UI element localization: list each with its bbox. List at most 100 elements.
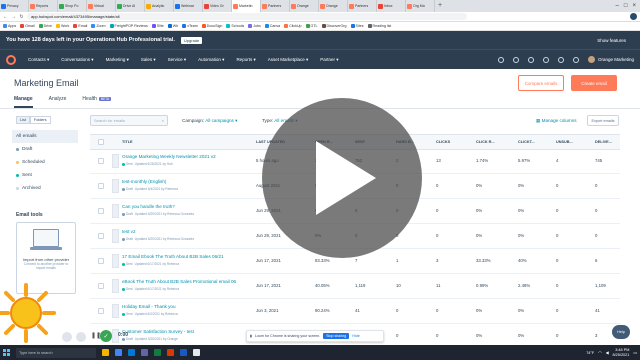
email-title-link[interactable]: Holiday Email - Thank you	[122, 304, 176, 309]
help-button[interactable]: Help	[612, 325, 630, 339]
outlook-icon[interactable]	[128, 349, 135, 356]
chrome-icon[interactable]	[115, 349, 122, 356]
search-icon[interactable]	[497, 56, 504, 63]
maximize-icon[interactable]: □	[624, 0, 628, 12]
windows-start-icon[interactable]	[3, 349, 10, 356]
phone-icon[interactable]	[512, 56, 519, 63]
bookmark-item[interactable]: FreightPOP Reviews	[109, 24, 148, 28]
settings-icon[interactable]	[193, 349, 200, 356]
column-header[interactable]: CLICKT...	[518, 140, 535, 144]
browser-tab[interactable]: Shop Po	[58, 0, 87, 12]
email-title-link[interactable]: 17 Email Ebook The Truth About B2B Sales…	[122, 254, 224, 259]
campaign-filter[interactable]: Campaign: All campaigns ▾	[182, 118, 237, 124]
file-explorer-icon[interactable]	[102, 349, 109, 356]
state-nav-item[interactable]: All emails	[12, 130, 78, 143]
browser-tab[interactable]: Orange	[290, 0, 319, 12]
bookmark-item[interactable]: Slite	[151, 24, 164, 28]
row-checkbox[interactable]	[98, 233, 104, 239]
folders-view-button[interactable]: Folders	[29, 116, 51, 124]
bookmark-item[interactable]: Work	[55, 24, 69, 28]
nav-item-automation[interactable]: Automation ▾	[198, 57, 224, 63]
bookmark-item[interactable]: Canva	[264, 24, 280, 28]
marketplace-icon[interactable]	[527, 56, 534, 63]
hubspot-logo-icon[interactable]	[6, 54, 16, 65]
browser-tab[interactable]: Orange	[319, 0, 348, 12]
tab-manage[interactable]: Manage	[14, 96, 33, 108]
nav-item-conversations[interactable]: Conversations ▾	[61, 57, 93, 63]
nav-item-sales[interactable]: Sales ▾	[141, 57, 156, 63]
nav-item-service[interactable]: Service ▾	[168, 57, 187, 63]
help-icon[interactable]	[542, 56, 549, 63]
create-email-button[interactable]: Create email	[571, 75, 617, 91]
bookmark-item[interactable]: DocuSign	[201, 24, 222, 28]
bookmark-item[interactable]: Jobs	[248, 24, 261, 28]
bookmark-item[interactable]: Wb	[167, 24, 178, 28]
wifi-icon[interactable]: ◠	[598, 350, 601, 355]
bookmark-item[interactable]: Apps	[3, 24, 16, 28]
hide-button[interactable]: Hide	[352, 334, 359, 338]
reload-icon[interactable]: ↻	[19, 14, 24, 20]
browser-tab[interactable]: Video Gr	[203, 0, 232, 12]
browser-tab[interactable]: Webinar	[174, 0, 203, 12]
clock[interactable]: 3:48 PM 8/25/2021	[613, 348, 630, 358]
email-title-link[interactable]: test v2	[122, 229, 136, 234]
email-title-link[interactable]: eBook The Truth About B2B Sales Promotio…	[122, 279, 236, 284]
profile-avatar[interactable]	[630, 13, 637, 20]
excel-icon[interactable]	[154, 349, 161, 356]
bookmark-item[interactable]: DiscoverOrg	[321, 24, 347, 28]
email-title-link[interactable]: test-monthly (English)	[122, 179, 166, 184]
select-all-checkbox[interactable]	[98, 139, 104, 145]
notifications-icon[interactable]: ▭	[633, 350, 637, 355]
row-checkbox[interactable]	[98, 283, 104, 289]
nav-item-asset-marketplace[interactable]: Asset Marketplace ▾	[268, 57, 309, 63]
back-icon[interactable]: ←	[3, 14, 8, 20]
stop-sharing-button[interactable]: Stop sharing	[323, 333, 350, 339]
browser-tab[interactable]: Partners	[348, 0, 377, 12]
table-row[interactable]: Holiday Email - Thank you Sent Updated 6/…	[90, 300, 620, 324]
nav-item-contacts[interactable]: Contacts ▾	[28, 57, 49, 63]
email-title-link[interactable]: Can you handle the truth?	[122, 204, 175, 209]
record-button[interactable]: ✓	[100, 330, 112, 342]
bookmark-item[interactable]: Zoom	[91, 24, 106, 28]
video-play-button[interactable]	[262, 98, 422, 258]
taskbar-search[interactable]: Type here to search	[16, 347, 96, 358]
search-input[interactable]: Search for emails ⌕	[90, 115, 168, 126]
browser-tab[interactable]: Inbox	[377, 0, 406, 12]
bookmark-item[interactable]: ClickUp	[284, 24, 302, 28]
column-header[interactable]: TITLE	[122, 140, 133, 144]
powerpoint-icon[interactable]	[167, 349, 174, 356]
bookmark-item[interactable]: Sites	[350, 24, 364, 28]
browser-tab[interactable]: Analytic	[145, 0, 174, 12]
state-nav-item[interactable]: Scheduled	[12, 156, 78, 169]
tab-analyze[interactable]: Analyze	[49, 96, 67, 108]
email-title-link[interactable]: Customer Satisfaction Survey - test	[122, 329, 194, 334]
browser-tab[interactable]: Drive Al	[116, 0, 145, 12]
bookmark-item[interactable]: Email	[73, 24, 87, 28]
state-nav-item[interactable]: Archived	[12, 182, 78, 195]
close-icon[interactable]: ×	[632, 0, 636, 12]
column-header[interactable]: CLICKS	[436, 140, 450, 144]
forward-icon[interactable]: →	[11, 14, 16, 20]
row-checkbox[interactable]	[98, 183, 104, 189]
list-view-button[interactable]: List	[16, 116, 30, 124]
url-field[interactable]: app.hubspot.com/email/4373495/manage/sta…	[27, 13, 467, 20]
nav-item-partner[interactable]: Partner ▾	[320, 57, 338, 63]
word-icon[interactable]	[180, 349, 187, 356]
email-title-link[interactable]: Orange Marketing Weekly Newsletter 2021 …	[122, 154, 216, 159]
compare-emails-button[interactable]: Compare emails	[518, 75, 564, 91]
state-nav-item[interactable]: Sent	[12, 169, 78, 182]
manage-columns-link[interactable]: ▦ Manage columns	[536, 118, 577, 124]
bookmark-item[interactable]: Drive	[38, 24, 52, 28]
upgrade-button[interactable]: Upgrade	[180, 36, 203, 44]
account-menu[interactable]: Orange Marketing	[587, 56, 634, 63]
row-checkbox[interactable]	[98, 308, 104, 314]
notifications-icon[interactable]	[572, 56, 579, 63]
show-features-link[interactable]: Show features	[597, 38, 626, 43]
teams-icon[interactable]	[141, 349, 148, 356]
browser-tab[interactable]: Privacy	[0, 0, 29, 12]
row-checkbox[interactable]	[98, 208, 104, 214]
state-nav-item[interactable]: Draft	[12, 143, 78, 156]
bookmark-item[interactable]: xTeam	[182, 24, 198, 28]
browser-tab[interactable]: Partners	[261, 0, 290, 12]
browser-tab[interactable]: Marketin	[232, 0, 261, 12]
